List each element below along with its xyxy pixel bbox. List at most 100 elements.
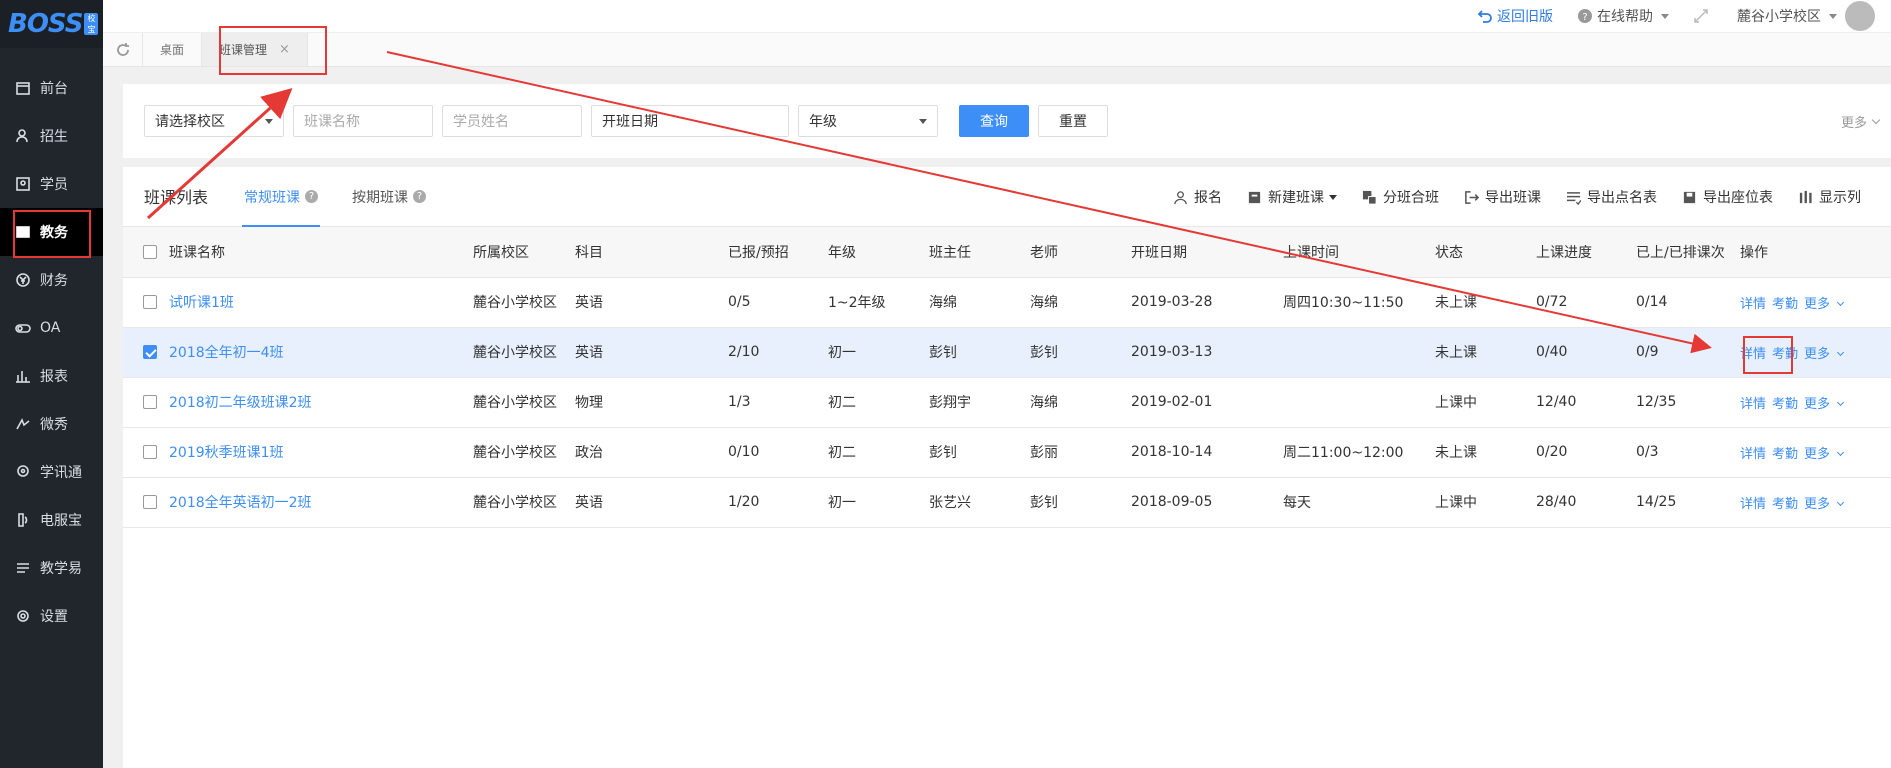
chevron-down-icon [919,118,927,124]
table-row[interactable]: 试听课1班 麓谷小学校区 英语 0/5 1~2年级 海绵 海绵 2019-03-28 周四10:… [123,277,1891,328]
sidebar-item-baobiao[interactable]: 报表 [0,352,103,400]
table-row[interactable]: 2018全年英语初一2班 麓谷小学校区 英语 1/20 初一 张艺兴 彭钊 2018-09-0… [123,477,1891,528]
attendance-link[interactable]: 考勤 [1772,397,1798,412]
more-ops-link[interactable]: 更多 [1804,347,1849,362]
show-columns-button[interactable]: 显示列 [1798,187,1861,207]
attendance-link[interactable]: 考勤 [1772,297,1798,312]
export-seats-button[interactable]: 导出座位表 [1682,187,1773,207]
col-header: 已上/已排课次 [1636,227,1740,278]
detail-link[interactable]: 详情 [1740,297,1766,312]
start-date-picker[interactable]: 开班日期 [591,105,789,137]
document-icon [1248,191,1261,203]
grade-select[interactable]: 年级 [798,105,938,137]
fullscreen-button[interactable] [1693,8,1713,24]
sidebar-item-xueyuan[interactable]: 学员 [0,160,103,208]
chevron-down-icon [1837,348,1845,356]
head-teacher-cell: 海绵 [929,277,1030,328]
class-name-link[interactable]: 试听课1班 [169,277,473,328]
detail-link[interactable]: 详情 [1740,497,1766,512]
row-select-cell [123,377,169,428]
campus-switcher[interactable]: 麓谷小学校区 [1737,1,1875,31]
operations-cell: 详情 考勤 更多 [1740,477,1891,528]
grade-cell: 初一 [828,327,929,378]
enrolled-cell: 1/20 [728,477,828,528]
reset-button[interactable]: 重置 [1038,105,1108,137]
more-ops-link[interactable]: 更多 [1804,497,1849,512]
attendance-link[interactable]: 考勤 [1772,447,1798,462]
avatar[interactable] [1845,1,1875,31]
select-all-checkbox[interactable] [143,244,157,259]
question-icon: ? [413,190,427,203]
enrolled-cell: 0/5 [728,277,828,328]
sidebar-item-caiwu[interactable]: 财务 [0,256,103,304]
sidebar-item-dianfubao[interactable]: 电服宝 [0,496,103,544]
logo[interactable]: BOSS 校宝 [0,0,103,48]
split-merge-button[interactable]: 分班合班 [1362,187,1439,207]
operations-cell: 详情 考勤 更多 [1740,427,1891,478]
table-row[interactable]: 2018全年初一4班 麓谷小学校区 英语 2/10 初一 彭钊 彭钊 2019-03-13 未上… [123,327,1891,378]
table-row[interactable]: 2018初二年级班课2班 麓谷小学校区 物理 1/3 初二 彭翔宇 海绵 2019-02-01… [123,377,1891,428]
tab-regular-class[interactable]: 常规班课 ? [242,167,321,227]
sidebar-item-weixiu[interactable]: 微秀 [0,400,103,448]
sidebar-item-oa[interactable]: OA [0,304,103,352]
row-checkbox[interactable] [143,295,157,309]
teacher-cell: 彭钊 [1030,327,1131,378]
row-checkbox[interactable] [143,445,157,459]
more-filters-label: 更多 [1840,116,1867,131]
online-help-menu[interactable]: ? 在线帮助 [1577,6,1669,26]
back-old-version-link[interactable]: 返回旧版 [1477,6,1553,26]
class-table: 班课名称 所属校区 科目 已报/预招 年级 班主任 老师 开班日期 上课时间 状… [123,227,1891,528]
annotation-box-detail [1743,336,1793,374]
attendance-link[interactable]: 考勤 [1772,497,1798,512]
campus-select-value: 请选择校区 [155,114,225,130]
tab-regular-class-label: 常规班课 [244,189,301,206]
tab-desk[interactable]: 桌面 [143,33,203,66]
sidebar-item-shezhi[interactable]: 设置 [0,592,103,640]
class-name-link[interactable]: 2018初二年级班课2班 [169,377,473,428]
campus-cell: 麓谷小学校区 [473,427,575,478]
row-select-cell [123,277,169,328]
col-header[interactable]: 班课名称 [169,227,473,278]
class-name-input[interactable]: 班课名称 [293,105,433,137]
row-checkbox[interactable] [143,395,157,409]
class-name-link[interactable]: 2019秋季班课1班 [169,427,473,478]
sidebar-item-zhaosheng[interactable]: 招生 [0,112,103,160]
new-class-button[interactable]: 新建班课 [1247,187,1337,207]
table-row[interactable]: 2019秋季班课1班 麓谷小学校区 政治 0/10 初二 彭钊 彭丽 2018-10-14 周二… [123,427,1891,478]
more-ops-link[interactable]: 更多 [1804,297,1849,312]
campus-select[interactable]: 请选择校区 [144,105,284,137]
gear-icon [14,607,32,625]
sidebar-item-xuexuntong[interactable]: 学讯通 [0,448,103,496]
more-ops-link[interactable]: 更多 [1804,397,1849,412]
chevron-down-icon [265,118,273,124]
more-ops-link[interactable]: 更多 [1804,447,1849,462]
export-roll-button[interactable]: 导出点名表 [1566,187,1657,207]
sidebar-item-label: 教学易 [40,561,82,577]
new-class-label: 新建班课 [1268,190,1324,206]
tab-period-class[interactable]: 按期班课 ? [352,167,427,227]
class-time-cell: 周二11:00~12:00 [1283,427,1435,478]
xiu-icon [14,415,32,433]
teacher-cell: 彭丽 [1030,427,1131,478]
subject-cell: 英语 [575,277,728,328]
col-header: 开班日期 [1131,227,1283,278]
start-date-cell: 2019-03-13 [1131,327,1283,378]
refresh-button[interactable] [103,33,143,66]
class-name-link[interactable]: 2018全年初一4班 [169,327,473,378]
search-button[interactable]: 查询 [959,105,1029,137]
detail-link[interactable]: 详情 [1740,397,1766,412]
class-time-cell [1283,327,1435,378]
row-checkbox[interactable] [143,495,157,509]
row-checkbox[interactable] [143,345,157,359]
subject-cell: 政治 [575,427,728,478]
help-icon: ? [1578,9,1592,23]
sidebar-item-jiaoxueyi[interactable]: 教学易 [0,544,103,592]
sessions-cell: 12/35 [1636,377,1740,428]
class-name-link[interactable]: 2018全年英语初一2班 [169,477,473,528]
detail-link[interactable]: 详情 [1740,447,1766,462]
more-filters-toggle[interactable]: 更多 [1840,112,1881,131]
export-class-button[interactable]: 导出班课 [1464,187,1541,207]
enroll-button[interactable]: 报名 [1173,187,1222,207]
sidebar-item-qiantai[interactable]: 前台 [0,64,103,112]
student-name-input[interactable]: 学员姓名 [442,105,582,137]
